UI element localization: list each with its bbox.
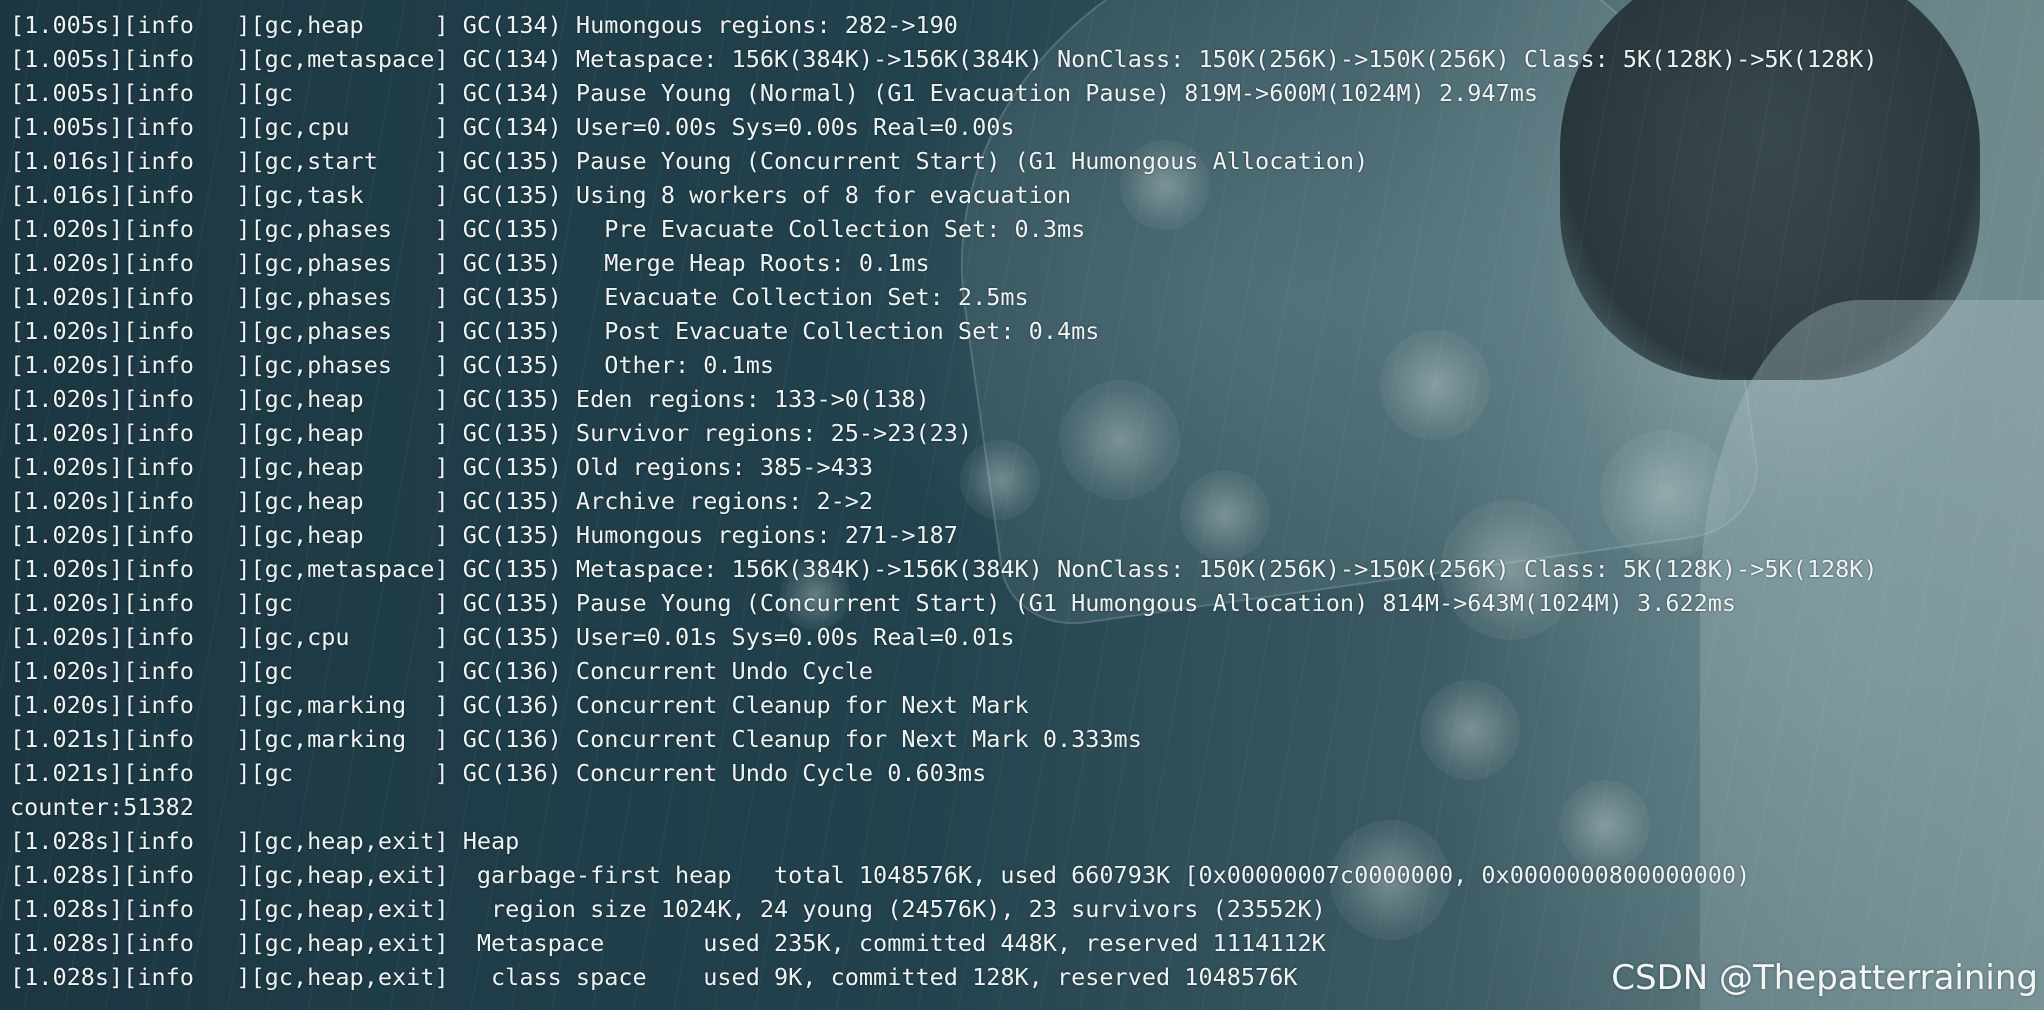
log-line: [1.020s][info ][gc,phases ] GC(135) Pre … [10,215,1086,243]
log-line: [1.020s][info ][gc,phases ] GC(135) Merg… [10,249,930,277]
terminal-output: [1.005s][info ][gc,heap ] GC(134) Humong… [10,8,2030,998]
log-line: [1.020s][info ][gc ] GC(135) Pause Young… [10,589,1737,617]
log-line: [1.021s][info ][gc,marking ] GC(136) Con… [10,725,1142,753]
log-line: [1.005s][info ][gc,heap ] GC(134) Humong… [10,11,958,39]
log-line: [1.020s][info ][gc ] GC(136) Concurrent … [10,657,874,685]
log-line: [1.028s][info ][gc,heap,exit] Heap [10,827,520,855]
log-line: [1.021s][info ][gc ] GC(136) Concurrent … [10,759,987,787]
log-line: [1.020s][info ][gc,heap ] GC(135) Surviv… [10,419,973,447]
log-line: [1.020s][info ][gc,phases ] GC(135) Post… [10,317,1100,345]
log-line: [1.028s][info ][gc,heap,exit] garbage-fi… [10,861,1751,889]
log-line: [1.005s][info ][gc,cpu ] GC(134) User=0.… [10,113,1015,141]
log-line: [1.020s][info ][gc,phases ] GC(135) Evac… [10,283,1029,311]
log-line: [1.020s][info ][gc,marking ] GC(136) Con… [10,691,1029,719]
log-line: [1.005s][info ][gc,metaspace] GC(134) Me… [10,45,1878,73]
log-line: [1.005s][info ][gc ] GC(134) Pause Young… [10,79,1539,107]
log-line: [1.016s][info ][gc,task ] GC(135) Using … [10,181,1072,209]
log-line: [1.016s][info ][gc,start ] GC(135) Pause… [10,147,1369,175]
log-line: [1.020s][info ][gc,heap ] GC(135) Humong… [10,521,958,549]
log-line: [1.020s][info ][gc,metaspace] GC(135) Me… [10,555,1878,583]
log-line: [1.020s][info ][gc,heap ] GC(135) Old re… [10,453,874,481]
log-line: [1.020s][info ][gc,phases ] GC(135) Othe… [10,351,775,379]
log-line: [1.020s][info ][gc,heap ] GC(135) Archiv… [10,487,874,515]
csdn-watermark: CSDN @Thepatterraining [1611,958,2038,998]
log-line: [1.020s][info ][gc,cpu ] GC(135) User=0.… [10,623,1015,651]
log-line: [1.028s][info ][gc,heap,exit] Metaspace … [10,929,1326,957]
counter-line: counter:51382 [10,793,194,821]
log-line: [1.028s][info ][gc,heap,exit] region siz… [10,895,1326,923]
log-line: [1.020s][info ][gc,heap ] GC(135) Eden r… [10,385,930,413]
